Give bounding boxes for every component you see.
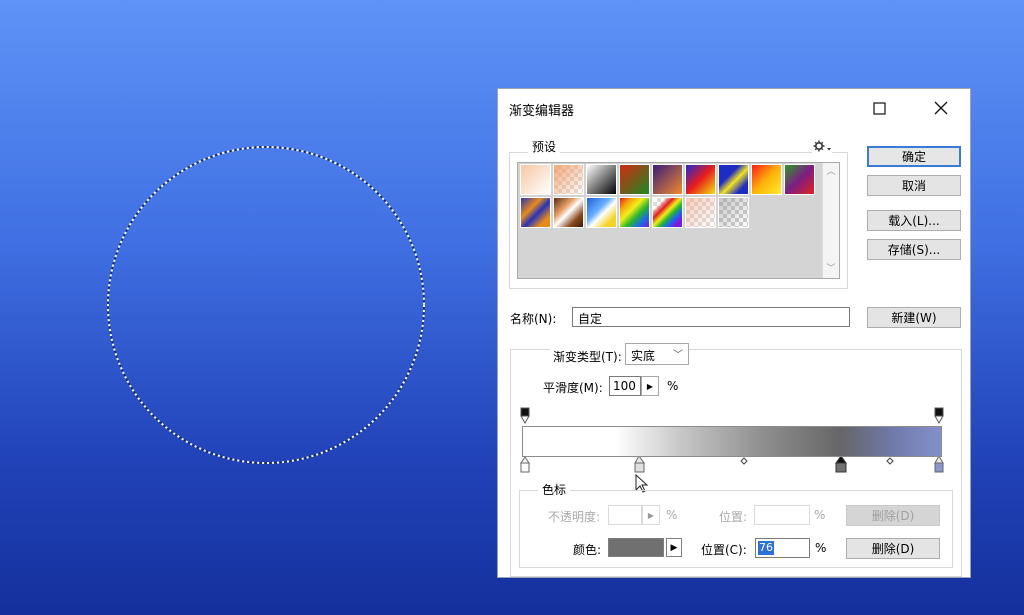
opacity-stepper: ▶ <box>642 505 660 525</box>
gradient-type-label: 渐变类型(T): <box>550 348 625 365</box>
opacity-delete-button: 删除(D) <box>846 505 940 526</box>
preset-swatch[interactable] <box>520 164 551 195</box>
gradient-type-select[interactable]: 实底 ﹀ <box>625 343 689 365</box>
location-label: 位置(C): <box>701 543 747 557</box>
preset-swatch[interactable] <box>685 197 716 228</box>
triangle-right-icon: ▶ <box>647 510 655 520</box>
maximize-icon <box>872 101 886 115</box>
close-button[interactable] <box>926 95 956 121</box>
preset-swatch[interactable] <box>586 164 617 195</box>
close-icon <box>934 101 948 115</box>
location-input[interactable]: 76 <box>755 538 810 558</box>
opacity-location-percent: % <box>814 508 826 522</box>
color-stop-selected[interactable] <box>835 455 847 473</box>
new-button[interactable]: 新建(W) <box>867 307 961 328</box>
name-label: 名称(N): <box>510 312 557 326</box>
scroll-down-icon[interactable]: ﹀ <box>826 264 836 274</box>
opacity-input <box>608 505 642 525</box>
preset-swatch[interactable] <box>619 164 650 195</box>
presets-list[interactable]: ︿ ﹀ <box>517 162 840 279</box>
cancel-button[interactable]: 取消 <box>867 175 961 196</box>
gradient-type-value: 实底 <box>631 349 656 363</box>
preset-swatch[interactable] <box>718 197 749 228</box>
preset-swatch[interactable] <box>619 197 650 228</box>
location-percent: % <box>815 541 827 555</box>
preset-swatch[interactable] <box>553 164 584 195</box>
dialog-title: 渐变编辑器 <box>509 104 575 119</box>
smoothness-input[interactable]: 100 <box>609 376 641 396</box>
color-swatch[interactable] <box>608 538 664 557</box>
color-stop[interactable] <box>520 456 530 473</box>
color-delete-button[interactable]: 删除(D) <box>846 538 940 559</box>
gradient-preview-bar[interactable] <box>522 426 942 457</box>
preset-swatch[interactable] <box>553 197 584 228</box>
save-button[interactable]: 存储(S)... <box>867 239 961 260</box>
preset-swatch[interactable] <box>520 197 551 228</box>
opacity-stop[interactable] <box>520 407 530 425</box>
chevron-down-icon: ﹀ <box>673 350 683 361</box>
name-input[interactable]: 自定 <box>572 307 850 327</box>
gear-icon <box>813 140 831 152</box>
titlebar: 渐变编辑器 <box>498 89 970 127</box>
scroll-up-icon[interactable]: ︿ <box>826 167 836 177</box>
preset-swatch[interactable] <box>784 164 815 195</box>
smoothness-label: 平滑度(M): <box>543 381 603 395</box>
preset-swatch[interactable] <box>718 164 749 195</box>
ok-button[interactable]: 确定 <box>867 146 961 167</box>
color-label: 颜色: <box>573 543 602 557</box>
presets-scrollbar[interactable]: ︿ ﹀ <box>822 163 839 278</box>
color-stop[interactable] <box>634 455 645 473</box>
preset-swatch[interactable] <box>652 197 683 228</box>
color-stop[interactable] <box>934 454 944 473</box>
presets-label: 预设 <box>528 138 561 155</box>
triangle-right-icon: ▶ <box>670 542 678 553</box>
maximize-button[interactable] <box>864 95 894 121</box>
opacity-location-input <box>754 505 810 525</box>
midpoint-diamond[interactable] <box>740 457 748 465</box>
opacity-percent: % <box>666 508 678 522</box>
preset-swatch[interactable] <box>652 164 683 195</box>
smoothness-percent: % <box>667 379 679 393</box>
midpoint-diamond[interactable] <box>886 457 894 465</box>
preset-swatch[interactable] <box>685 164 716 195</box>
color-picker-arrow[interactable]: ▶ <box>666 538 682 557</box>
preset-swatch[interactable] <box>751 164 782 195</box>
stops-group-label: 色标 <box>538 481 571 498</box>
opacity-location-label: 位置: <box>719 510 748 524</box>
load-button[interactable]: 载入(L)... <box>867 210 961 231</box>
gradient-editor-dialog: 渐变编辑器 预设 ︿ ﹀ 确定 取消 载入(L)... 存储(S)... 名称(… <box>497 88 971 578</box>
preset-swatch[interactable] <box>586 197 617 228</box>
location-value: 76 <box>758 541 774 555</box>
triangle-right-icon: ▶ <box>646 381 654 391</box>
opacity-label: 不透明度: <box>548 510 601 524</box>
smoothness-stepper[interactable]: ▶ <box>641 376 659 396</box>
presets-menu-button[interactable] <box>812 139 832 153</box>
opacity-stop[interactable] <box>934 407 944 425</box>
